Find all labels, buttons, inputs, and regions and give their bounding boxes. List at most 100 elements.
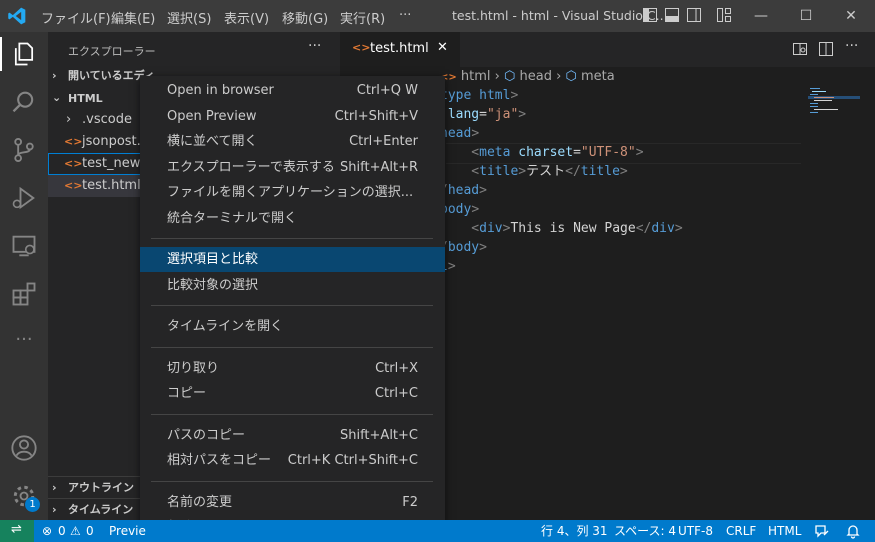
code-line[interactable]: /body> (440, 238, 683, 257)
html-file-icon: <> (352, 41, 371, 54)
menu-item[interactable]: 編集(E) (111, 8, 155, 27)
context-menu-item[interactable]: タイムラインを開く (140, 314, 445, 339)
menu-item[interactable]: ファイル(F) (41, 8, 111, 27)
menu-item-shortcut: Shift+Alt+R (340, 159, 418, 175)
menu-item[interactable]: 移動(G) (282, 8, 328, 27)
error-icon: ⊗ (42, 524, 53, 538)
code-token: = (479, 107, 487, 122)
code-line[interactable]: type html> (440, 86, 683, 105)
code-token: title (580, 164, 620, 179)
code-editor[interactable]: type html> lang="ja"> head> <meta charset… (440, 86, 683, 276)
code-line[interactable]: lang="ja"> (440, 105, 683, 124)
context-menu-item[interactable]: 統合ターミナルで開く (140, 206, 445, 231)
symbol-element-icon: ⬡ (504, 69, 516, 84)
code-token: > (447, 259, 456, 274)
tree-item-label: .vscode (82, 112, 132, 127)
split-editor-icon[interactable] (818, 41, 834, 57)
explorer-more-actions-icon[interactable]: ··· (308, 38, 321, 54)
tab-test-html[interactable]: <> test.html ✕ (340, 32, 460, 67)
breadcrumb: <> html › ⬡ head › ⬡ meta (440, 66, 615, 88)
menu-item-label: 切り取り (167, 360, 220, 376)
outline-label: アウトライン (68, 481, 134, 494)
tree-item-label: jsonpost.h (82, 134, 150, 149)
menu-item-label: 選択項目と比較 (167, 252, 259, 267)
code-line[interactable]: <div>This is New Page</div> (440, 219, 682, 238)
code-line[interactable]: l> (440, 257, 683, 276)
language-mode[interactable]: HTML (768, 520, 801, 542)
window-title: test.html - html - Visual Studio C... (452, 8, 668, 23)
menu-item-label: パスのコピー (167, 427, 246, 443)
toggle-secondary-sidebar-icon[interactable] (686, 7, 702, 23)
context-menu-item[interactable]: 名前の変更 F2 (140, 490, 445, 515)
code-token: > (479, 240, 487, 255)
minimize-button[interactable]: — (752, 7, 770, 25)
tree-item-label: test.html (82, 178, 141, 193)
symbol-element-icon: ⬡ (565, 69, 577, 84)
close-tab-icon[interactable]: ✕ (437, 40, 448, 55)
extensions-icon[interactable] (10, 280, 38, 308)
account-icon[interactable] (10, 434, 38, 462)
context-menu-item[interactable]: Open in browser Ctrl+Q W (140, 78, 445, 103)
explorer-icon[interactable] (10, 40, 38, 68)
close-window-button[interactable]: ✕ (842, 7, 860, 25)
context-menu-item[interactable]: 選択項目と比較 (140, 247, 445, 272)
warning-count[interactable]: 0 (86, 520, 94, 542)
preview-status[interactable]: Previe (109, 520, 146, 542)
chevron-right-icon: › (556, 69, 562, 84)
code-token: > (619, 164, 628, 179)
context-menu-item[interactable]: 切り取り Ctrl+X (140, 356, 445, 381)
cursor-position[interactable]: 行 4、列 31 (541, 520, 608, 542)
code-line[interactable]: /head> (440, 181, 683, 200)
chevron-right-icon: › (494, 69, 500, 84)
code-line[interactable]: <meta charset="UTF-8"> (440, 143, 683, 162)
explorer-title: エクスプローラー (68, 45, 156, 58)
toggle-sidebar-icon[interactable] (642, 7, 658, 23)
menu-item-shortcut: Ctrl+K Ctrl+Shift+C (287, 453, 418, 468)
toggle-panel-icon[interactable] (664, 7, 680, 23)
context-menu-item[interactable]: ファイルを開くアプリケーションの選択... (140, 180, 445, 205)
maximize-button[interactable]: ☐ (797, 7, 815, 25)
indentation-status[interactable]: スペース: 4 (614, 520, 676, 542)
feedback-icon[interactable] (814, 523, 830, 539)
remote-indicator[interactable]: ⇌ (0, 520, 34, 542)
menu-item-shortcut: Ctrl+X (375, 360, 418, 376)
minimap[interactable] (808, 86, 860, 136)
context-menu-item[interactable]: コピー Ctrl+C (140, 381, 445, 406)
context-menu-item[interactable]: 相対パスをコピー Ctrl+K Ctrl+Shift+C (140, 448, 445, 473)
breadcrumb-item-head[interactable]: head (520, 69, 552, 84)
eol-status[interactable]: CRLF (726, 520, 756, 542)
customize-layout-icon[interactable] (716, 7, 732, 23)
menu-item-shortcut: F2 (402, 494, 418, 510)
editor-more-actions-icon[interactable]: ··· (845, 38, 858, 54)
code-token: < (440, 221, 480, 236)
title-bar: ファイル(F) 編集(E) 選択(S) 表示(V) 移動(G) 実行(R) ··· test… (0, 0, 875, 32)
menu-item[interactable]: 表示(V) (224, 8, 269, 27)
run-debug-icon[interactable] (10, 184, 38, 212)
context-menu-item[interactable]: 横に並べて開く Ctrl+Enter (140, 129, 445, 154)
code-line[interactable]: <title>テスト</title> (440, 162, 683, 181)
context-menu-item[interactable]: エクスプローラーで表示する Shift+Alt+R (140, 155, 445, 180)
code-line[interactable]: head> (440, 124, 683, 143)
remote-explorer-icon[interactable] (10, 232, 38, 260)
code-line[interactable]: body> (440, 200, 683, 219)
source-control-icon[interactable] (10, 136, 38, 164)
menu-more-button[interactable]: ··· (399, 8, 411, 23)
context-menu-item[interactable]: Open Preview Ctrl+Shift+V (140, 104, 445, 129)
more-views-icon[interactable]: ··· (10, 328, 38, 356)
chevron-right-icon: › (52, 69, 57, 82)
menu-item[interactable]: 選択(S) (167, 8, 211, 27)
menu-item[interactable]: 実行(R) (340, 8, 385, 27)
error-count[interactable]: 0 (58, 520, 66, 542)
context-menu-item[interactable]: 比較対象の選択 (140, 273, 445, 298)
code-token: title (479, 164, 519, 179)
context-menu-item[interactable]: パスのコピー Shift+Alt+C (140, 423, 445, 448)
breadcrumb-item-meta[interactable]: meta (581, 69, 615, 84)
search-icon[interactable] (10, 88, 38, 116)
encoding-status[interactable]: UTF-8 (678, 520, 713, 542)
code-token: head (447, 183, 480, 198)
menu-separator (151, 413, 433, 415)
breadcrumb-item-html[interactable]: html (461, 69, 491, 84)
open-preview-side-icon[interactable] (792, 41, 808, 57)
code-token: > (510, 88, 519, 103)
notifications-bell-icon[interactable] (845, 523, 861, 539)
